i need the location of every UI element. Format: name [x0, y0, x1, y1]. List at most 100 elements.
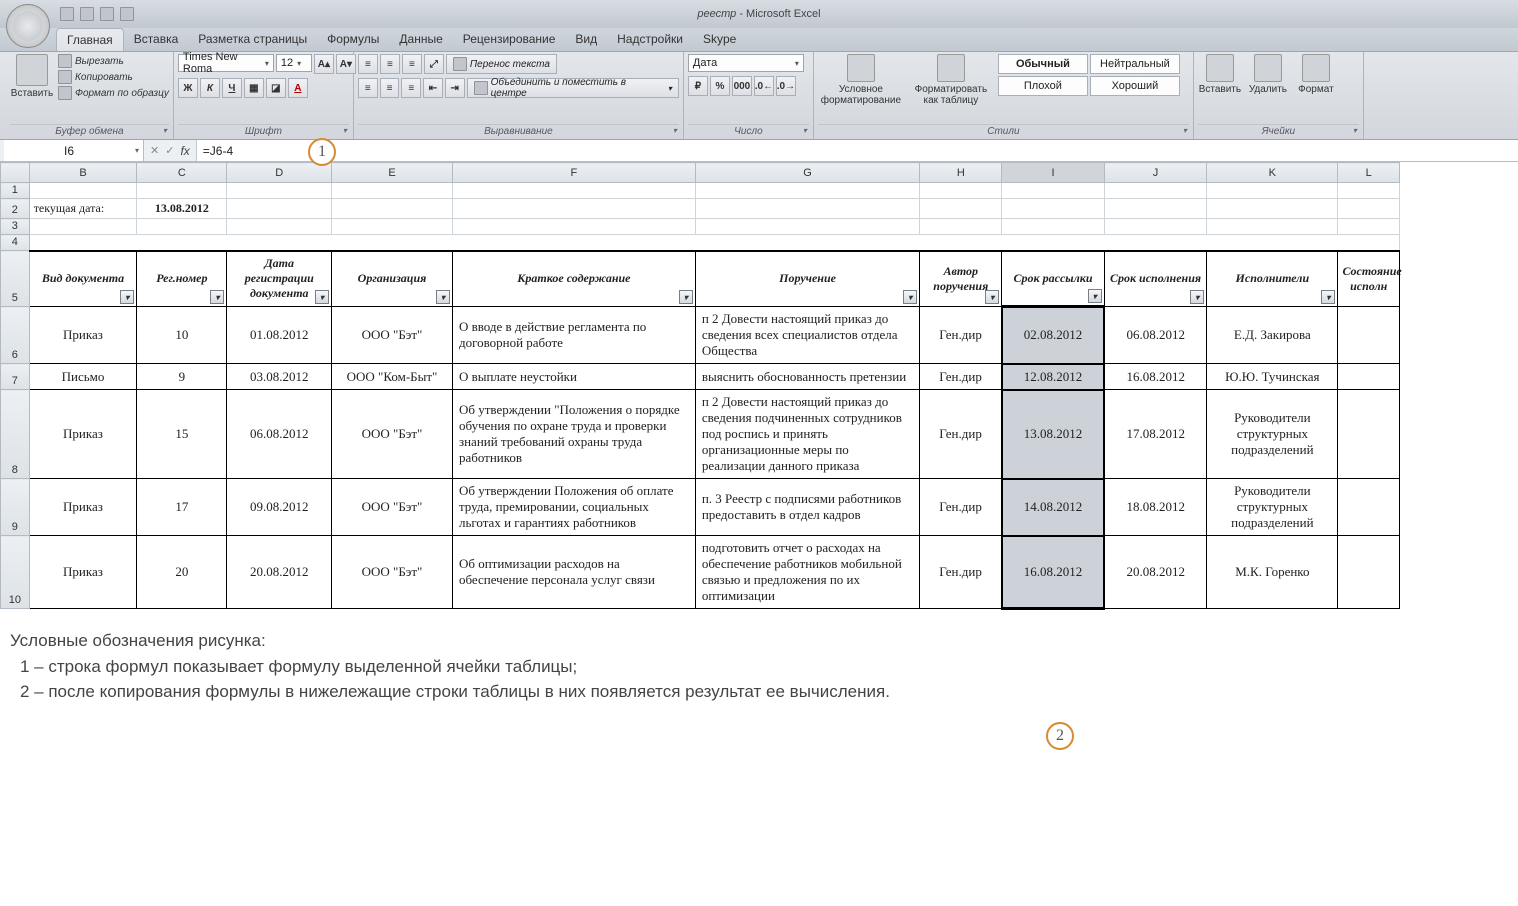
row-header[interactable]: 6: [1, 307, 30, 364]
currency-icon[interactable]: ₽: [688, 76, 708, 96]
row-header[interactable]: 3: [1, 219, 30, 235]
table-header[interactable]: Дата регистрации документа▾: [227, 251, 332, 307]
table-header[interactable]: Автор поручения▾: [920, 251, 1002, 307]
col-header[interactable]: G: [695, 163, 919, 183]
tab-formulas[interactable]: Формулы: [317, 28, 389, 51]
spreadsheet-grid[interactable]: B C D E F G H I J K L 1 2 текущая дата: …: [0, 162, 1518, 610]
underline-button[interactable]: Ч: [222, 78, 242, 98]
cell[interactable]: 20: [137, 536, 227, 609]
filter-dropdown-icon[interactable]: ▾: [679, 290, 693, 304]
tab-review[interactable]: Рецензирование: [453, 28, 566, 51]
row-header[interactable]: 1: [1, 183, 30, 199]
comma-icon[interactable]: 000: [732, 76, 752, 96]
cell-selected[interactable]: 16.08.2012: [1002, 536, 1104, 609]
col-header[interactable]: E: [332, 163, 453, 183]
cell[interactable]: Ген.дир: [920, 479, 1002, 536]
cell[interactable]: Ген.дир: [920, 536, 1002, 609]
cell[interactable]: 15: [137, 390, 227, 479]
select-all-corner[interactable]: [1, 163, 30, 183]
tab-home[interactable]: Главная: [56, 28, 124, 51]
filter-dropdown-icon[interactable]: ▾: [210, 290, 224, 304]
table-header[interactable]: Вид документа▾: [29, 251, 137, 307]
undo-icon[interactable]: [80, 7, 94, 21]
cancel-icon[interactable]: ✕: [150, 144, 159, 157]
filter-dropdown-icon[interactable]: ▾: [903, 290, 917, 304]
tab-addins[interactable]: Надстройки: [607, 28, 693, 51]
table-header[interactable]: Краткое содержание▾: [452, 251, 695, 307]
cell[interactable]: 03.08.2012: [227, 364, 332, 390]
col-header[interactable]: D: [227, 163, 332, 183]
cell[interactable]: Ген.дир: [920, 390, 1002, 479]
format-as-table-button[interactable]: Форматировать как таблицу: [908, 54, 994, 106]
formula-input[interactable]: =J6-4: [196, 140, 1518, 161]
align-bottom-icon[interactable]: ≡: [402, 54, 422, 74]
cut-button[interactable]: Вырезать: [58, 54, 169, 68]
col-header[interactable]: H: [920, 163, 1002, 183]
align-middle-icon[interactable]: ≡: [380, 54, 400, 74]
cell[interactable]: Е.Д. Закирова: [1207, 307, 1338, 364]
tab-view[interactable]: Вид: [565, 28, 607, 51]
cell[interactable]: 20.08.2012: [227, 536, 332, 609]
cell[interactable]: Ю.Ю. Тучинская: [1207, 364, 1338, 390]
row-header[interactable]: 9: [1, 479, 30, 536]
cell[interactable]: О выплате неустойки: [452, 364, 695, 390]
borders-button[interactable]: ▦: [244, 78, 264, 98]
cell[interactable]: ООО "Бэт": [332, 390, 453, 479]
cell[interactable]: подготовить отчет о расходах на обеспече…: [695, 536, 919, 609]
cell[interactable]: 13.08.2012: [137, 199, 227, 219]
cell[interactable]: О вводе в действие регламента по договор…: [452, 307, 695, 364]
cell[interactable]: ООО "Бэт": [332, 479, 453, 536]
style-neutral[interactable]: Нейтральный: [1090, 54, 1180, 74]
redo-icon[interactable]: [100, 7, 114, 21]
row-header[interactable]: 10: [1, 536, 30, 609]
filter-dropdown-icon[interactable]: ▾: [315, 290, 329, 304]
cell[interactable]: Ген.дир: [920, 364, 1002, 390]
filter-dropdown-icon[interactable]: ▾: [1321, 290, 1335, 304]
table-header[interactable]: Организация▾: [332, 251, 453, 307]
row-header[interactable]: 4: [1, 235, 30, 251]
increase-decimal-icon[interactable]: .0←: [754, 76, 774, 96]
italic-button[interactable]: К: [200, 78, 220, 98]
table-header[interactable]: Состояние исполн: [1338, 251, 1400, 307]
name-box[interactable]: I6▾: [4, 140, 144, 161]
enter-icon[interactable]: ✓: [165, 144, 174, 157]
style-bad[interactable]: Плохой: [998, 76, 1088, 96]
cell[interactable]: [1338, 536, 1400, 609]
col-header[interactable]: L: [1338, 163, 1400, 183]
cell-selected[interactable]: 12.08.2012: [1002, 364, 1104, 390]
row-header[interactable]: 7: [1, 364, 30, 390]
filter-dropdown-icon[interactable]: ▾: [120, 290, 134, 304]
align-left-icon[interactable]: ≡: [358, 78, 378, 98]
cell[interactable]: [1338, 479, 1400, 536]
col-header[interactable]: C: [137, 163, 227, 183]
align-center-icon[interactable]: ≡: [380, 78, 400, 98]
cell[interactable]: 20.08.2012: [1104, 536, 1206, 609]
cell[interactable]: [1338, 307, 1400, 364]
percent-icon[interactable]: %: [710, 76, 730, 96]
number-format-combo[interactable]: Дата▾: [688, 54, 804, 72]
tab-data[interactable]: Данные: [389, 28, 452, 51]
col-header[interactable]: F: [452, 163, 695, 183]
filter-dropdown-icon[interactable]: ▾: [1088, 289, 1102, 303]
cell[interactable]: п. 3 Реестр с подписями работников предо…: [695, 479, 919, 536]
print-icon[interactable]: [120, 7, 134, 21]
row-header[interactable]: 8: [1, 390, 30, 479]
fx-icon[interactable]: fx: [180, 144, 189, 158]
cell-selected[interactable]: 14.08.2012: [1002, 479, 1104, 536]
cell[interactable]: Руководители структурных подразделений: [1207, 390, 1338, 479]
merge-center-button[interactable]: Объединить и поместить в центре▾: [467, 78, 679, 98]
decrease-font-icon[interactable]: A▾: [336, 54, 356, 74]
cell[interactable]: Руководители структурных подразделений: [1207, 479, 1338, 536]
filter-dropdown-icon[interactable]: ▾: [985, 290, 999, 304]
cell[interactable]: Ген.дир: [920, 307, 1002, 364]
cell[interactable]: 16.08.2012: [1104, 364, 1206, 390]
cell[interactable]: текущая дата:: [29, 199, 137, 219]
orientation-icon[interactable]: ⤢: [424, 54, 444, 74]
tab-insert[interactable]: Вставка: [124, 28, 189, 51]
style-good[interactable]: Хороший: [1090, 76, 1180, 96]
cell[interactable]: ООО "Бэт": [332, 536, 453, 609]
row-header[interactable]: 2: [1, 199, 30, 219]
table-header[interactable]: Срок рассылки▾: [1002, 251, 1104, 307]
bold-button[interactable]: Ж: [178, 78, 198, 98]
tab-page-layout[interactable]: Разметка страницы: [188, 28, 317, 51]
